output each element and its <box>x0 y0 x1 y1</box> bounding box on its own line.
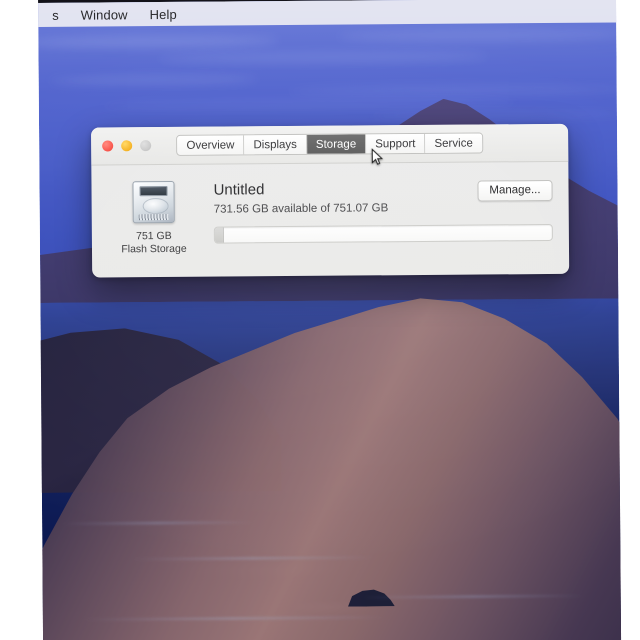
cloud-streak <box>338 28 622 43</box>
menu-item-window[interactable]: Window <box>81 7 128 22</box>
about-this-mac-window[interactable]: Overview Displays Storage Support Servic… <box>91 123 570 278</box>
drive-caption: 751 GB Flash Storage <box>121 230 187 257</box>
traffic-light-buttons <box>102 140 152 152</box>
cloud-streak <box>38 35 279 49</box>
tab-storage[interactable]: Storage <box>306 134 367 154</box>
close-window-button[interactable] <box>102 140 114 152</box>
drive-connector-icon <box>138 213 169 221</box>
menu-bar: s Window Help <box>38 0 617 27</box>
free-space-label: 731.56 GB available of 751.07 GB <box>213 202 389 216</box>
cloud-streak <box>48 75 259 85</box>
drive-type-label: Flash Storage <box>121 242 187 256</box>
cloud-streak <box>288 84 622 97</box>
storage-pane: 751 GB Flash Storage Untitled 731.56 GB … <box>91 162 569 278</box>
menu-item-truncated[interactable]: s <box>52 7 59 22</box>
volume-name-label: Untitled <box>213 181 265 199</box>
volume-text-block: Untitled 731.56 GB available of 751.07 G… <box>213 180 388 216</box>
storage-used-segment <box>214 227 224 243</box>
tab-overview[interactable]: Overview <box>177 135 245 155</box>
photo-frame: s Window Help Overview Displays Storage … <box>0 0 640 640</box>
zoom-window-button <box>140 140 152 152</box>
hard-drive-icon <box>132 180 175 224</box>
manage-button[interactable]: Manage... <box>477 179 553 202</box>
storage-capacity-bar <box>213 223 553 244</box>
volume-info-header: Untitled 731.56 GB available of 751.07 G… <box>213 179 553 217</box>
minimize-window-button[interactable] <box>121 140 133 152</box>
drive-column: 751 GB Flash Storage <box>107 180 200 278</box>
cloud-streak <box>368 110 622 120</box>
tab-displays[interactable]: Displays <box>244 134 307 155</box>
window-titlebar[interactable]: Overview Displays Storage Support Servic… <box>91 123 569 166</box>
volume-info-column: Untitled 731.56 GB available of 751.07 G… <box>199 178 553 277</box>
menu-item-help[interactable]: Help <box>150 6 177 21</box>
desktop-wallpaper <box>38 0 622 640</box>
cloud-streak <box>158 51 489 64</box>
drive-capacity-label: 751 GB <box>136 229 172 243</box>
tab-bar: Overview Displays Storage Support Servic… <box>176 132 483 156</box>
rocky-headland <box>38 246 621 640</box>
tab-support[interactable]: Support <box>366 133 426 154</box>
tab-service[interactable]: Service <box>425 133 482 153</box>
monitor-screen: s Window Help Overview Displays Storage … <box>38 0 622 640</box>
